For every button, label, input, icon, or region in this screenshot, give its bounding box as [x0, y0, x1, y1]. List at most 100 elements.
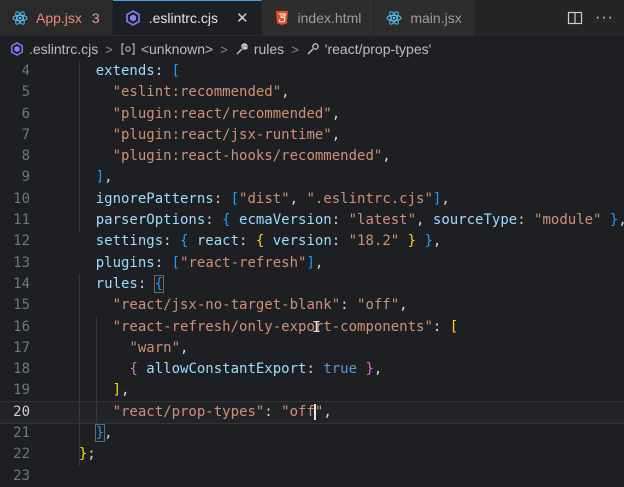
- wrench-icon: [235, 42, 249, 56]
- line-number: 22: [13, 446, 30, 463]
- code-line[interactable]: 5 "eslint:recommended",: [0, 82, 624, 103]
- code-token: {: [153, 274, 165, 293]
- code-token: {: [255, 233, 273, 250]
- code-line[interactable]: 6 "plugin:react/recommended",: [0, 104, 624, 125]
- line-number: 16: [13, 318, 30, 335]
- code-token: ;: [87, 446, 96, 463]
- code-token: [: [449, 318, 459, 335]
- line-number: 9: [21, 169, 30, 186]
- code-text: ignorePatterns: ["dist", ".eslintrc.cjs"…: [62, 189, 450, 210]
- code-line[interactable]: 8 "plugin:react-hooks/recommended",: [0, 146, 624, 167]
- code-token: parserOptions: [95, 212, 206, 229]
- code-token: ,: [331, 126, 341, 143]
- tab-app-jsx[interactable]: App.jsx 3: [0, 0, 113, 35]
- code-token: [: [171, 63, 181, 79]
- code-token: version: [272, 233, 332, 250]
- code-token: :: [239, 233, 256, 250]
- breadcrumb-label: 'react/prop-types': [324, 41, 432, 57]
- code-token: :: [432, 318, 450, 335]
- code-token: ,: [104, 425, 113, 442]
- code-line[interactable]: 10 ignorePatterns: ["dist", ".eslintrc.c…: [0, 189, 624, 210]
- more-actions-icon[interactable]: ···: [591, 0, 624, 35]
- breadcrumb-file[interactable]: .eslintrc.cjs: [10, 41, 98, 57]
- code-editor[interactable]: 4 extends: [5 "eslint:recommended", 6 "pl…: [0, 61, 624, 484]
- breadcrumb-prop-types[interactable]: 'react/prop-types': [306, 41, 432, 57]
- code-token: "plugin:react-hooks/recommended": [112, 148, 383, 165]
- breadcrumb-unknown[interactable]: <unknown>: [120, 41, 213, 57]
- code-text: "react/jsx-no-target-blank": "off",: [62, 295, 408, 316]
- code-token: "plugin:react/jsx-runtime": [112, 126, 332, 143]
- tab-eslintrc[interactable]: .eslintrc.cjs ✕: [112, 0, 262, 35]
- split-editor-icon[interactable]: [559, 0, 591, 35]
- code-token: "react/prop-types": [112, 403, 265, 420]
- code-line[interactable]: 21 },: [0, 423, 624, 444]
- code-token: ,: [382, 148, 391, 165]
- code-line[interactable]: 23: [0, 466, 624, 487]
- code-token: "dist": [239, 190, 290, 207]
- code-line[interactable]: 7 "plugin:react/jsx-runtime",: [0, 125, 624, 146]
- code-text: parserOptions: { ecmaVersion: "latest", …: [62, 210, 624, 231]
- code-token: ]: [112, 382, 122, 399]
- code-token: :: [331, 212, 349, 229]
- close-icon[interactable]: ✕: [236, 9, 249, 27]
- code-token: "warn": [129, 339, 181, 356]
- code-token: "plugin:react/recommended": [112, 105, 332, 122]
- code-line[interactable]: 13 plugins: ["react-refresh"],: [0, 253, 624, 274]
- code-line[interactable]: 9 ],: [0, 167, 624, 188]
- indent-guide: [96, 316, 97, 424]
- code-token: ]: [95, 169, 105, 186]
- chevron-right-icon: >: [105, 41, 113, 57]
- code-token: {: [222, 212, 240, 229]
- code-token: ,: [121, 382, 130, 399]
- code-token: ]: [306, 254, 315, 271]
- line-number: 11: [13, 212, 30, 229]
- bracket-icon: [120, 42, 136, 56]
- code-token: sourceType: [432, 212, 518, 229]
- code-line[interactable]: 4 extends: [: [0, 61, 624, 82]
- code-token: settings: [95, 233, 164, 250]
- code-token: ,: [432, 233, 442, 250]
- code-token: }: [357, 361, 374, 378]
- line-number: 8: [21, 148, 30, 165]
- code-line[interactable]: 15 "react/jsx-no-target-blank": "off",: [0, 295, 624, 316]
- code-text: rules: {: [62, 274, 165, 295]
- code-line[interactable]: 18 { allowConstantExport: true },: [0, 359, 624, 380]
- breadcrumb-rules[interactable]: rules: [235, 41, 284, 57]
- tab-label: index.html: [297, 9, 362, 26]
- code-token: :: [331, 233, 349, 250]
- code-line[interactable]: 19 ],: [0, 380, 624, 401]
- editor-tab-bar: App.jsx 3 .eslintrc.cjs ✕ index.html mai…: [0, 0, 624, 36]
- line-number: 6: [21, 105, 30, 122]
- tab-index-html[interactable]: index.html: [261, 0, 375, 35]
- code-line[interactable]: 20 "react/prop-types": "off",: [0, 400, 624, 425]
- code-line[interactable]: 12 settings: { react: { version: "18.2" …: [0, 231, 624, 252]
- line-number: 21: [13, 425, 30, 442]
- tab-main-jsx[interactable]: main.jsx: [374, 0, 475, 35]
- code-token: ,: [373, 361, 383, 378]
- code-token: ,: [441, 190, 450, 207]
- code-text: "eslint:recommended",: [62, 82, 290, 103]
- code-token: :: [137, 275, 155, 292]
- code-token: }: [94, 424, 106, 443]
- breadcrumb-label: .eslintrc.cjs: [29, 41, 99, 57]
- code-token: {: [129, 361, 147, 378]
- html5-icon: [274, 10, 290, 26]
- code-line[interactable]: 17 "warn",: [0, 338, 624, 359]
- line-number: 10: [13, 190, 30, 207]
- line-number: 13: [13, 254, 30, 271]
- code-line[interactable]: 11 parserOptions: { ecmaVersion: "latest…: [0, 210, 624, 231]
- code-token: :: [517, 212, 535, 229]
- code-token: }: [399, 233, 417, 250]
- code-line[interactable]: 14 rules: {: [0, 274, 624, 295]
- chevron-right-icon: >: [220, 41, 228, 57]
- line-number: 17: [13, 339, 30, 356]
- code-line[interactable]: 22 };: [0, 444, 624, 465]
- code-token: :: [213, 190, 231, 207]
